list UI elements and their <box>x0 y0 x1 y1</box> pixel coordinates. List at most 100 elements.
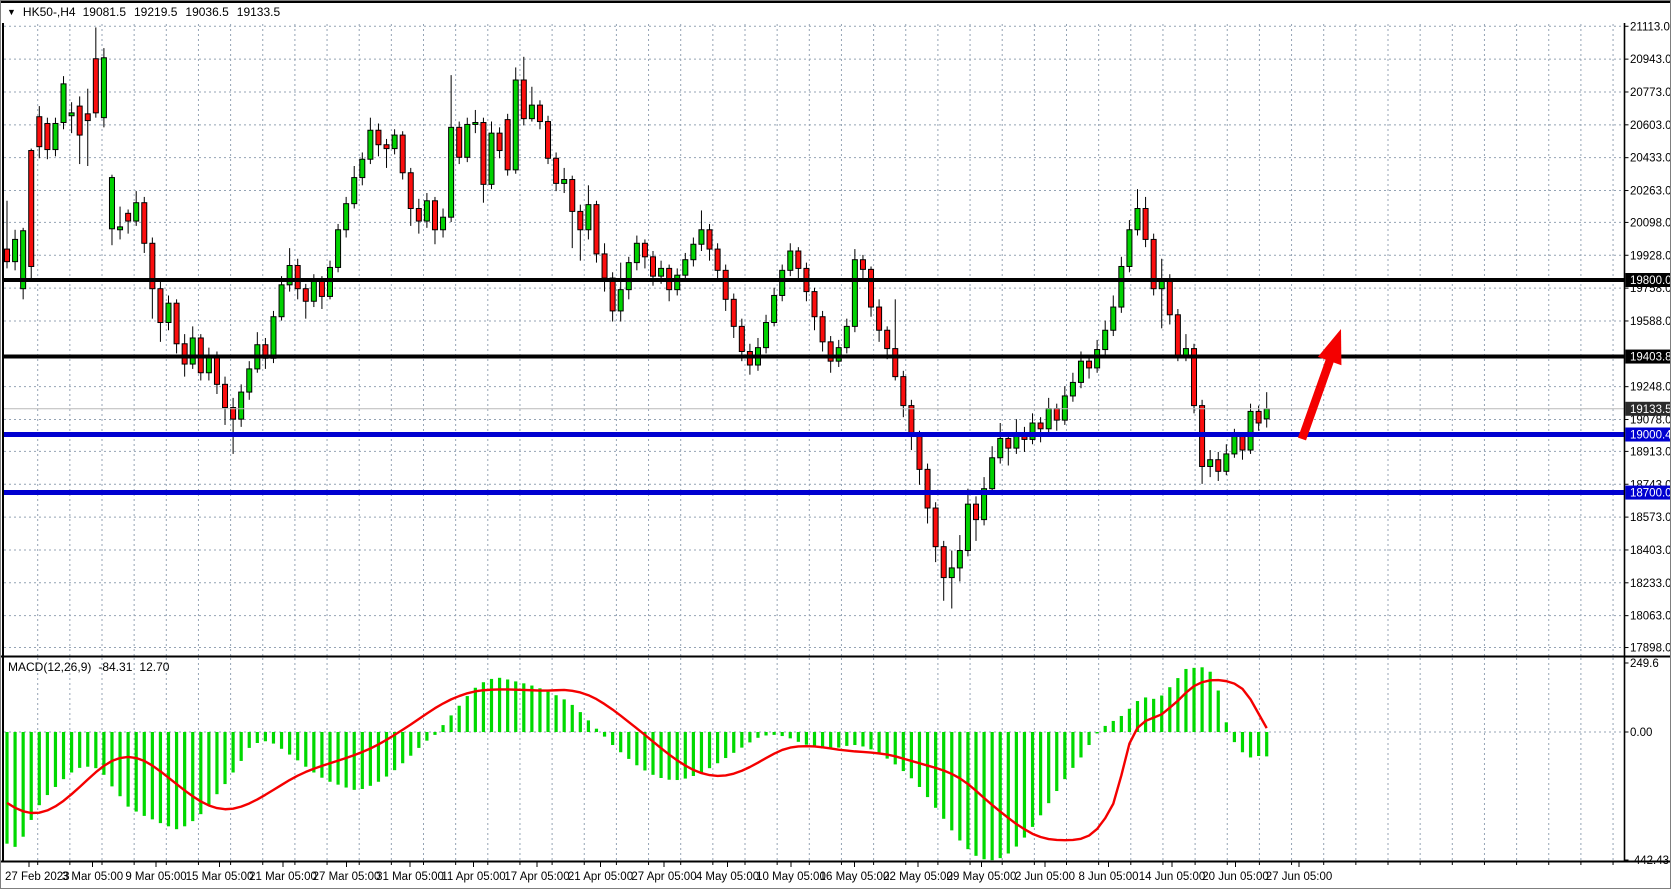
macd-histogram-bar <box>159 732 162 823</box>
macd-histogram-bar <box>1249 732 1252 757</box>
macd-histogram-bar <box>934 732 937 808</box>
macd-histogram-bar <box>1047 732 1050 803</box>
macd-histogram-bar <box>1201 667 1204 732</box>
candle <box>1192 344 1197 414</box>
time-tick-label: 17 Apr 05:00 <box>504 871 569 883</box>
macd-histogram-bar <box>894 732 897 764</box>
candle-body-up <box>101 58 106 118</box>
macd-histogram-bar <box>773 732 776 735</box>
macd-histogram-bar <box>1112 721 1115 732</box>
title-high-value: 19219.5 <box>134 5 177 19</box>
candle-body-up <box>1127 230 1132 267</box>
candle-body-down <box>933 508 938 547</box>
candle-body-up <box>465 124 470 157</box>
candle-body-down <box>77 106 82 135</box>
candle-body-up <box>788 251 793 270</box>
price-tick-label: 18913.0 <box>1630 446 1671 458</box>
candle-body-up <box>780 270 785 295</box>
macd-histogram-bar <box>813 732 816 747</box>
candle-body-down <box>432 201 437 230</box>
price-tick-label: 20263.0 <box>1630 186 1671 198</box>
macd-histogram-bar <box>789 732 792 738</box>
candle-body-up <box>1183 349 1188 356</box>
candle-body-down <box>1038 423 1043 429</box>
candle-body-up <box>852 260 857 327</box>
candle <box>1248 404 1253 454</box>
time-tick-label: 22 May 05:00 <box>883 871 953 883</box>
candle <box>505 114 510 176</box>
macd-histogram-bar <box>70 732 73 773</box>
macd-histogram-bar <box>490 679 493 732</box>
candle-body-down <box>45 123 50 149</box>
candle <box>61 76 66 129</box>
macd-histogram-bar <box>5 732 8 844</box>
candle-body-down <box>885 330 890 348</box>
candle <box>400 131 405 179</box>
price-tag: 19800.0 <box>1625 273 1671 287</box>
macd-histogram-bar <box>676 732 679 780</box>
macd-histogram-bar <box>46 732 49 795</box>
candle-body-down <box>901 377 906 406</box>
candle-body-up <box>247 369 252 392</box>
macd-histogram-bar <box>1225 722 1228 732</box>
candle-body-up <box>562 180 567 184</box>
price-tag-value: 19403.8 <box>1630 352 1671 364</box>
macd-histogram-bar <box>1241 732 1244 752</box>
macd-tick-label: 0.00 <box>1630 727 1652 739</box>
macd-histogram-bar <box>950 732 953 830</box>
macd-histogram-bar <box>1144 697 1147 732</box>
candle-body-down <box>570 180 575 212</box>
macd-histogram-bar <box>1265 732 1268 756</box>
time-tick-label: 16 May 05:00 <box>820 871 890 883</box>
symbol-period-label: HK50-,H4 <box>23 5 76 19</box>
candle <box>1175 309 1180 361</box>
candle-body-down <box>610 278 615 311</box>
candle-body-down <box>602 254 607 278</box>
title-low-value: 19036.5 <box>185 5 228 19</box>
macd-histogram-bar <box>498 678 501 732</box>
candle-body-down <box>860 260 865 270</box>
macd-histogram-bar <box>143 732 146 816</box>
candle-body-down <box>408 173 413 209</box>
price-tick-label: 20943.0 <box>1630 54 1671 66</box>
macd-tick-label: 249.6 <box>1630 658 1659 670</box>
macd-histogram-bar <box>1015 732 1018 847</box>
candle-body-up <box>271 317 276 359</box>
price-tick-label: 20773.0 <box>1630 87 1671 99</box>
macd-histogram-bar <box>223 732 226 784</box>
macd-histogram-bar <box>1071 732 1074 768</box>
candle-body-down <box>869 269 874 307</box>
macd-histogram-bar <box>603 732 606 737</box>
candle-body-up <box>311 281 316 301</box>
macd-histogram-bar <box>1184 669 1187 732</box>
macd-histogram-bar <box>538 688 541 732</box>
candle-body-down <box>521 80 526 119</box>
macd-histogram-bar <box>1128 709 1131 732</box>
candle-body-up <box>844 326 849 347</box>
macd-histogram-bar <box>546 692 549 732</box>
macd-histogram-bar <box>643 732 646 770</box>
macd-histogram-bar <box>700 732 703 773</box>
candle-body-down <box>142 203 147 244</box>
macd-histogram-bar <box>579 712 582 732</box>
macd-histogram-bar <box>110 732 113 786</box>
macd-histogram-bar <box>740 732 743 748</box>
macd-histogram-bar <box>587 720 590 732</box>
candle-body-down <box>1143 209 1148 240</box>
macd-histogram-bar <box>361 732 364 789</box>
candle-body-down <box>126 213 131 221</box>
candle-body-down <box>739 326 744 351</box>
macd-histogram-bar <box>910 732 913 778</box>
time-tick-label: 14 Jun 05:00 <box>1139 871 1206 883</box>
price-tick-label: 18063.0 <box>1630 611 1671 623</box>
candle <box>101 48 106 127</box>
macd-histogram-bar <box>999 732 1002 858</box>
candle-body-up <box>279 285 284 317</box>
candle-body-down <box>796 251 801 268</box>
candle-body-up <box>360 159 365 177</box>
candle <box>780 265 785 302</box>
macd-histogram-bar <box>853 732 856 745</box>
macd-histogram-bar <box>1104 726 1107 732</box>
candle-body-down <box>416 209 421 222</box>
macd-histogram-bar <box>506 679 509 732</box>
